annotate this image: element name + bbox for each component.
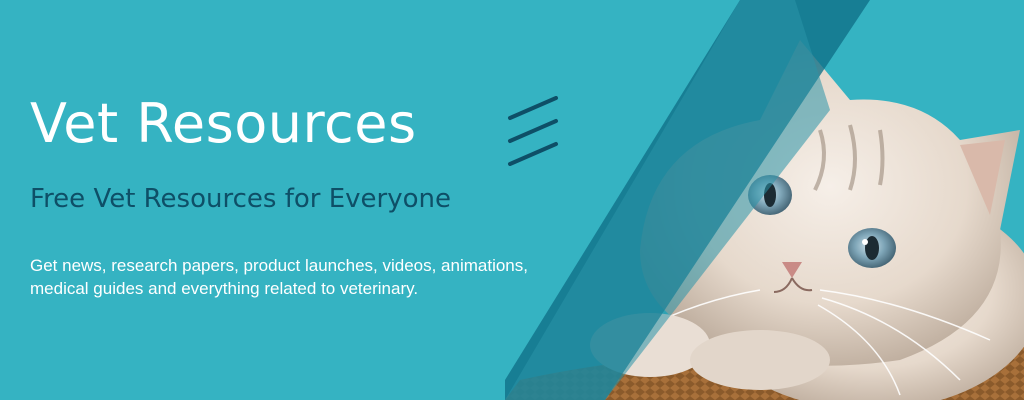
description: Get news, research papers, product launc…: [30, 254, 630, 300]
triple-diagonal-lines-icon: [508, 96, 558, 166]
kitten-paw-right: [690, 330, 830, 390]
description-line-2: medical guides and everything related to…: [30, 279, 419, 298]
hero-banner: Vet Resources Free Vet Resources for Eve…: [0, 0, 1024, 400]
description-line-1: Get news, research papers, product launc…: [30, 256, 528, 275]
subtitle: Free Vet Resources for Everyone: [30, 184, 451, 214]
page-title: Vet Resources: [30, 92, 417, 155]
